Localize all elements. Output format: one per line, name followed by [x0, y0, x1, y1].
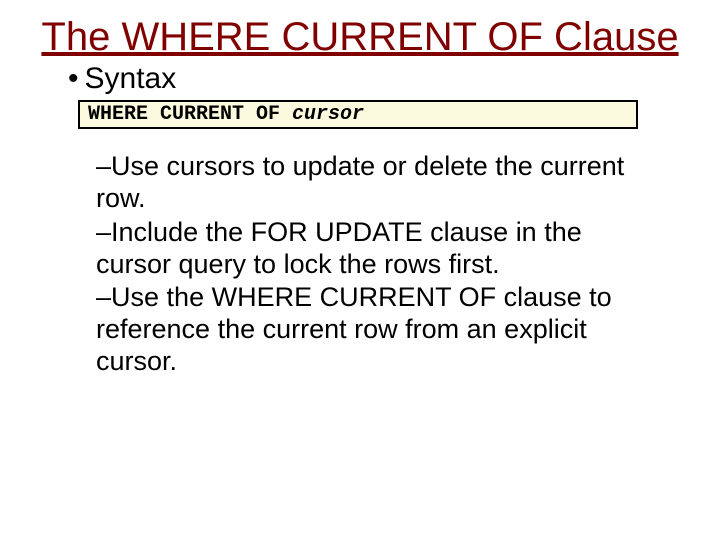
syntax-label-text: Syntax — [85, 62, 177, 95]
list-item: –Include the FOR UPDATE clause in the cu… — [96, 217, 650, 281]
list-item-text: Use the WHERE CURRENT OF clause to refer… — [96, 282, 612, 376]
code-prefix: WHERE CURRENT OF — [88, 103, 292, 126]
list-item-text: Include the FOR UPDATE clause in the cur… — [96, 217, 582, 279]
code-cursor-token: cursor — [292, 103, 364, 126]
list-item: –Use cursors to update or delete the cur… — [96, 151, 650, 215]
slide-title: The WHERE CURRENT OF Clause — [40, 14, 680, 60]
slide: The WHERE CURRENT OF Clause •Syntax WHER… — [0, 14, 720, 554]
dash-icon: – — [96, 151, 111, 181]
list-item-text: Use cursors to update or delete the curr… — [96, 151, 624, 213]
syntax-heading: •Syntax — [68, 62, 720, 96]
code-text: WHERE CURRENT OF cursor — [88, 103, 364, 126]
syntax-code-box: WHERE CURRENT OF cursor — [78, 100, 638, 129]
bullet-list: –Use cursors to update or delete the cur… — [96, 151, 650, 378]
dash-icon: – — [96, 217, 111, 247]
bullet-icon: • — [68, 62, 79, 96]
list-item: –Use the WHERE CURRENT OF clause to refe… — [96, 282, 650, 378]
dash-icon: – — [96, 282, 111, 312]
